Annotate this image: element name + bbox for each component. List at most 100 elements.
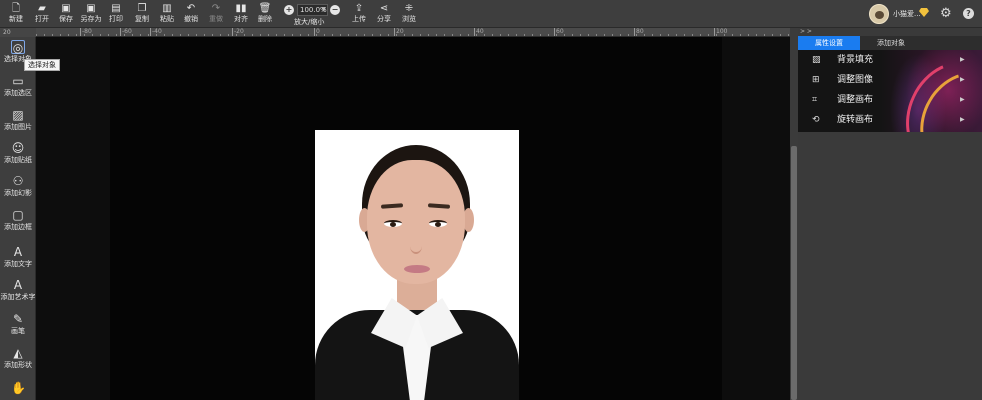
browse-button[interactable]: ⁜ 浏览 (396, 2, 422, 26)
menu-item-adjust-image[interactable]: ⊞ 调整图像 ▶ (798, 70, 982, 90)
ruler-major-tick (714, 28, 715, 36)
photo-nose (410, 238, 422, 254)
photo-eye (429, 220, 447, 227)
redo-button[interactable]: ↷ 重做 (203, 2, 229, 26)
zoom-in-icon[interactable]: + (284, 5, 294, 15)
chevron-right-icon: ▶ (960, 96, 965, 103)
new-button[interactable]: 🗋 新建 (3, 2, 29, 26)
horizontal-ruler: -80 -60 -40 -20 0 20 40 60 80 100 (36, 28, 790, 37)
tab-properties[interactable]: 属性设置 (798, 36, 860, 50)
undo-button[interactable]: ↶ 撤销 (178, 2, 204, 26)
tool-add-selection[interactable]: ▭ 添加选区 (0, 71, 36, 103)
ruler-label: 100 (716, 28, 728, 35)
adjust-image-icon: ⊞ (812, 75, 820, 85)
ruler-label: 20 (396, 28, 404, 35)
help-icon[interactable]: ? (963, 8, 974, 19)
ruler-major-tick (474, 28, 475, 36)
ruler-major-tick (120, 28, 121, 36)
zoom-input[interactable]: 100.0% ▼ (297, 4, 328, 16)
ruler-label: -20 (234, 28, 244, 35)
image-editor-app: 🗋 新建 ▰ 打开 ▣ 保存 ▣ 另存为 ▤ 打印 ❐ 复制 ▥ 粘贴 ↶ 撤销… (0, 0, 982, 400)
align-button[interactable]: ▮▮ 对齐 (228, 2, 254, 26)
zoom-out-icon[interactable]: − (330, 5, 340, 15)
new-file-icon: 🗋 (11, 3, 21, 14)
save-as-icon: ▣ (86, 3, 96, 14)
ruler-major-tick (554, 28, 555, 36)
redo-icon: ↷ (211, 3, 221, 14)
photo-lips (404, 265, 430, 273)
add-text-icon: A (13, 245, 23, 259)
ruler-label: 80 (636, 28, 644, 35)
zoom-row: + 100.0% ▼ − (282, 4, 342, 16)
add-image-icon: ▨ (12, 108, 24, 122)
gear-icon[interactable]: ⚙ (940, 7, 953, 20)
print-button[interactable]: ▤ 打印 (103, 2, 129, 26)
background-fill-icon: ▨ (812, 55, 821, 65)
ruler-major-tick (634, 28, 635, 36)
photo-eye (384, 220, 402, 227)
folder-open-icon: ▰ (38, 3, 46, 14)
tool-add-image[interactable]: ▨ 添加图片 (0, 105, 36, 137)
username[interactable]: 小猫爱... (893, 9, 921, 19)
brush-icon: ✎ (12, 312, 24, 326)
rotate-canvas-icon: ⟲ (812, 115, 820, 125)
save-as-button[interactable]: ▣ 另存为 (78, 2, 104, 26)
zoom-label: 放大/缩小 (294, 18, 325, 26)
top-toolbar: 🗋 新建 ▰ 打开 ▣ 保存 ▣ 另存为 ▤ 打印 ❐ 复制 ▥ 粘贴 ↶ 撤销… (0, 0, 982, 28)
trash-icon: 🗑 (258, 3, 272, 14)
ruler-label: 40 (476, 28, 484, 35)
paste-button[interactable]: ▥ 粘贴 (154, 2, 180, 26)
tool-add-art-text[interactable]: A 添加艺术字 (0, 275, 36, 307)
id-photo[interactable] (315, 130, 519, 400)
ruler-label: 0 (316, 28, 320, 35)
align-icon: ▮▮ (235, 3, 247, 14)
tool-add-sticker[interactable]: ☺ 添加贴纸 (0, 138, 36, 170)
right-panel: > > 属性设置 添加对象 ▨ 背景填充 ▶ ⊞ 调整图像 ▶ ⌗ 调整画布 ▶ (798, 28, 982, 400)
chevron-right-icon: ▶ (960, 116, 965, 123)
ruler-major-tick (394, 28, 395, 36)
upload-button[interactable]: ⇪ 上传 (346, 2, 372, 26)
open-button[interactable]: ▰ 打开 (29, 2, 55, 26)
hand-icon: ✋ (11, 381, 26, 395)
ruler-label: -40 (152, 28, 162, 35)
tool-hand[interactable]: ✋ (0, 378, 36, 400)
tool-panel: ◎ 选择对象 ▭ 添加选区 ▨ 添加图片 ☺ 添加贴纸 ⚇ 添加幻影 ▢ 添加边… (0, 37, 36, 400)
save-icon: ▣ (61, 3, 71, 14)
ruler-major-tick (150, 28, 151, 36)
delete-button[interactable]: 🗑 删除 (252, 2, 278, 26)
paste-icon: ▥ (162, 3, 172, 14)
ruler-corner: 20 (0, 28, 36, 37)
grid-icon: ⁜ (404, 3, 414, 14)
add-phantom-icon: ⚇ (12, 174, 24, 188)
collapse-panel-button[interactable]: > > (800, 28, 812, 36)
add-art-text-icon: A (13, 278, 23, 292)
tool-add-text[interactable]: A 添加文字 (0, 242, 36, 274)
copy-button[interactable]: ❐ 复制 (129, 2, 155, 26)
tool-brush[interactable]: ✎ 画笔 (0, 309, 36, 341)
select-object-icon: ◎ (11, 40, 25, 55)
ruler-label: -60 (122, 28, 132, 35)
zoom-control: + 100.0% ▼ − 放大/缩小 (282, 2, 342, 26)
add-selection-icon: ▭ (12, 74, 24, 88)
scroll-thumb[interactable] (791, 146, 797, 400)
menu-item-background-fill[interactable]: ▨ 背景填充 ▶ (798, 50, 982, 70)
add-shape-icon: ◭ (13, 346, 23, 360)
menu-item-adjust-canvas[interactable]: ⌗ 调整画布 ▶ (798, 90, 982, 110)
share-button[interactable]: ⋖ 分享 (371, 2, 397, 26)
tool-add-phantom[interactable]: ⚇ 添加幻影 (0, 171, 36, 203)
ruler-major-tick (80, 28, 81, 36)
tool-add-border[interactable]: ▢ 添加边框 (0, 205, 36, 237)
adjust-canvas-icon: ⌗ (812, 95, 818, 105)
undo-icon: ↶ (186, 3, 196, 14)
chevron-right-icon: ▶ (960, 56, 965, 63)
vertical-scrollbar[interactable] (790, 28, 798, 400)
chevron-down-icon[interactable]: ▼ (321, 5, 326, 15)
save-button[interactable]: ▣ 保存 (53, 2, 79, 26)
add-border-icon: ▢ (12, 208, 24, 222)
tool-add-shape[interactable]: ◭ 添加形状 (0, 343, 36, 375)
menu-item-rotate-canvas[interactable]: ⟲ 旋转画布 ▶ (798, 110, 982, 130)
tab-add-object[interactable]: 添加对象 (860, 36, 922, 50)
add-sticker-icon: ☺ (11, 141, 25, 155)
avatar[interactable] (869, 4, 889, 24)
tooltip: 选择对象 (24, 59, 60, 71)
